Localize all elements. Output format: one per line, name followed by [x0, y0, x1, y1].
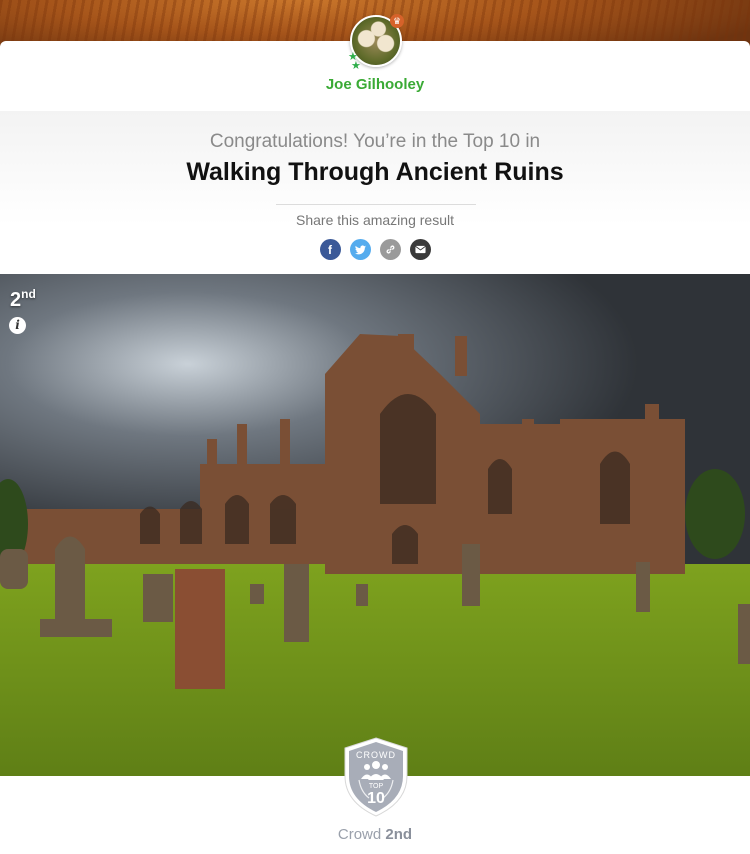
contest-title[interactable]: Walking Through Ancient Ruins — [0, 158, 750, 187]
crowd-rank-value: 2nd — [385, 826, 413, 843]
share-label: Share this amazing result — [296, 212, 454, 228]
info-icon[interactable]: i — [9, 317, 26, 334]
congrats-text: Congratulations! You’re in the Top 10 in — [209, 131, 541, 152]
share-buttons: f — [0, 239, 750, 260]
badge-top-label: CROWD — [356, 750, 396, 760]
crowd-top10-badge: CROWD TOP 10 — [341, 736, 411, 818]
email-share-button[interactable] — [409, 239, 431, 260]
facebook-share-button[interactable]: f — [319, 239, 341, 260]
entry-rank: 2nd — [10, 287, 36, 312]
username[interactable]: Joe Gilhooley — [0, 76, 750, 93]
twitter-icon — [354, 244, 366, 254]
entry-photo[interactable]: 2nd i — [0, 274, 750, 776]
rank-number: 2 — [10, 289, 22, 311]
facebook-icon: f — [328, 242, 332, 257]
badge-mid-label: TOP — [368, 783, 384, 790]
copy-link-button[interactable] — [379, 239, 401, 260]
crown-icon: ♛ — [390, 14, 404, 28]
divider — [276, 204, 476, 205]
rank-suffix: nd — [21, 287, 36, 301]
crowd-rank: Crowd 2nd — [0, 826, 750, 843]
stars-icon: ★ ★ — [348, 51, 361, 72]
badge-number: 10 — [367, 790, 385, 807]
crowd-rank-category: Crowd — [337, 826, 382, 843]
twitter-share-button[interactable] — [349, 239, 371, 260]
abbey-illustration — [0, 274, 750, 776]
link-icon — [385, 245, 395, 254]
user-avatar[interactable]: ♛ ★ ★ — [348, 14, 404, 72]
result-hero: Congratulations! You’re in the Top 10 in… — [0, 111, 750, 274]
envelope-icon — [414, 245, 426, 254]
